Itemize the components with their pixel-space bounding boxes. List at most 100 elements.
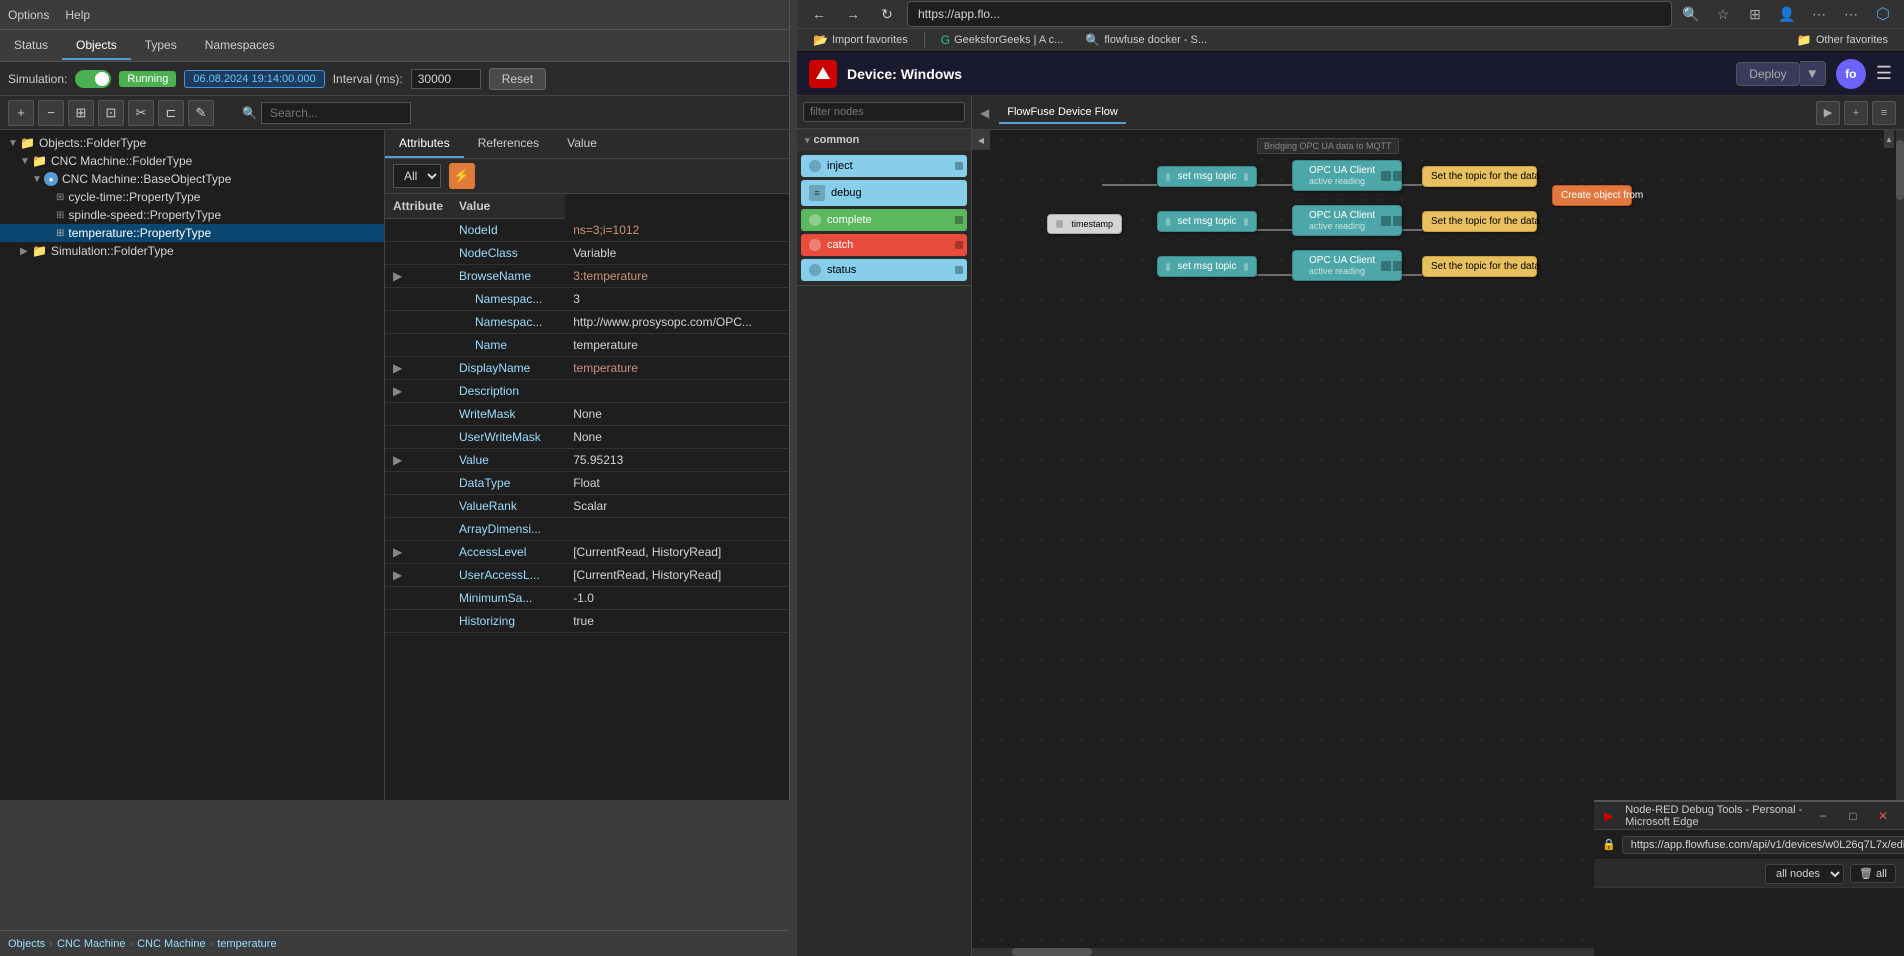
- debug-clear-button[interactable]: 🗑 all: [1850, 864, 1896, 883]
- browser-star-icon[interactable]: ☆: [1710, 1, 1736, 27]
- tree-arrow-n1[interactable]: ▼: [8, 138, 20, 149]
- row-expand-6[interactable]: ▶: [385, 357, 451, 380]
- flow-node-timestamp[interactable]: timestamp: [1047, 214, 1122, 234]
- debug-filter-nodes[interactable]: all nodes: [1765, 864, 1844, 884]
- tree-node-objects[interactable]: ▼ 📁 Objects::FolderType: [0, 134, 384, 152]
- tree-arrow-n7[interactable]: ▶: [20, 246, 32, 257]
- menu-help[interactable]: Help: [65, 8, 90, 22]
- palette-node-complete[interactable]: complete: [801, 209, 967, 231]
- complete-port-right: [955, 216, 963, 224]
- tab-status[interactable]: Status: [0, 32, 62, 60]
- refresh-button[interactable]: ↻: [873, 0, 901, 28]
- address-bar[interactable]: [907, 1, 1672, 27]
- flow-node-opcua2[interactable]: OPC UA Client active reading: [1292, 205, 1402, 236]
- row-expand-14[interactable]: ▶: [385, 541, 451, 564]
- tab-types[interactable]: Types: [131, 32, 191, 60]
- menu-options[interactable]: Options: [8, 8, 49, 22]
- canvas-action-more[interactable]: ≡: [1872, 101, 1896, 125]
- canvas-tab-flow[interactable]: FlowFuse Device Flow: [999, 102, 1126, 124]
- tree-node-simulation[interactable]: ▶ 📁 Simulation::FolderType: [0, 242, 384, 260]
- flow-node-opcua1[interactable]: OPC UA Client active reading: [1292, 160, 1402, 191]
- user-avatar[interactable]: fo: [1836, 59, 1866, 89]
- row-expand-0: [385, 219, 451, 242]
- flow-node-opcua3[interactable]: OPC UA Client active reading: [1292, 250, 1402, 281]
- debug-url[interactable]: https://app.flowfuse.com/api/v1/devices/…: [1622, 836, 1904, 854]
- palette-toggle-icon[interactable]: ◀: [980, 106, 989, 120]
- browser-favorites-icon[interactable]: ⋯: [1806, 1, 1832, 27]
- attr-name-14: AccessLevel: [451, 541, 565, 564]
- ff-menu-button[interactable]: ☰: [1876, 63, 1892, 84]
- toolbar-toggle[interactable]: ⊞: [68, 100, 94, 126]
- canvas-scroll-left[interactable]: ◀: [972, 130, 990, 150]
- flow-node-setmsgtopic1[interactable]: set msg topic: [1157, 166, 1257, 187]
- row-expand-7[interactable]: ▶: [385, 380, 451, 403]
- tree-node-spindlespeed[interactable]: ⊞ spindle-speed::PropertyType: [0, 206, 384, 224]
- browser-copilot-icon[interactable]: ⬡: [1870, 1, 1896, 27]
- row-expand-15[interactable]: ▶: [385, 564, 451, 587]
- breadcrumb-temperature[interactable]: temperature: [217, 938, 276, 950]
- canvas-action-1[interactable]: ▶: [1816, 101, 1840, 125]
- debug-minimize-button[interactable]: −: [1812, 805, 1834, 827]
- tab-objects[interactable]: Objects: [62, 32, 131, 60]
- browser-more-icon[interactable]: ⋯: [1838, 1, 1864, 27]
- toolbar-select[interactable]: ⊡: [98, 100, 124, 126]
- status-port-left: [809, 264, 821, 276]
- toolbar-cut[interactable]: ✂: [128, 100, 154, 126]
- bookmark-flowfuse[interactable]: 🔍 flowfuse docker - S...: [1077, 31, 1215, 49]
- attr-tab-value[interactable]: Value: [553, 130, 611, 158]
- deploy-dropdown[interactable]: ▼: [1800, 61, 1826, 86]
- tree-arrow-n2[interactable]: ▼: [20, 156, 32, 167]
- bookmark-import[interactable]: 📂 Import favorites: [805, 31, 916, 49]
- tab-namespaces[interactable]: Namespaces: [191, 32, 289, 60]
- attr-tab-references[interactable]: References: [464, 130, 553, 158]
- debug-restore-button[interactable]: □: [1842, 805, 1864, 827]
- flow-node-setmsgtopic3[interactable]: set msg topic: [1157, 256, 1257, 277]
- forward-button[interactable]: →: [839, 0, 867, 28]
- toolbar-copy[interactable]: ⊏: [158, 100, 184, 126]
- flow-node-setmsgtopic2[interactable]: set msg topic: [1157, 211, 1257, 232]
- hscroll-thumb[interactable]: [1012, 948, 1092, 956]
- tree-node-cncmachine-base[interactable]: ▼ ● CNC Machine::BaseObjectType: [0, 170, 384, 188]
- deploy-button[interactable]: Deploy: [1736, 62, 1799, 86]
- filter-select[interactable]: All: [393, 164, 441, 188]
- toolbar-edit[interactable]: ✎: [188, 100, 214, 126]
- bookmark-geeksforgeeks[interactable]: G GeeksforGeeks | A c...: [933, 31, 1072, 49]
- toolbar-add[interactable]: +: [8, 100, 34, 126]
- browser-extensions-icon[interactable]: ⊞: [1742, 1, 1768, 27]
- flow-node-createobject[interactable]: Create object from: [1552, 185, 1632, 206]
- interval-input[interactable]: [411, 69, 481, 89]
- palette-node-catch[interactable]: catch: [801, 234, 967, 256]
- debug-close-button[interactable]: ✕: [1872, 805, 1894, 827]
- breadcrumb-objects[interactable]: Objects: [8, 938, 45, 950]
- tree-panel[interactable]: ▼ 📁 Objects::FolderType ▼ 📁 CNC Machine:…: [0, 130, 385, 800]
- simulation-toggle[interactable]: [75, 70, 111, 88]
- palette-filter-input[interactable]: [803, 102, 965, 122]
- tree-arrow-n3[interactable]: ▼: [32, 174, 44, 185]
- attr-tab-attributes[interactable]: Attributes: [385, 130, 464, 158]
- back-button[interactable]: ←: [805, 0, 833, 28]
- search-input[interactable]: [261, 102, 411, 124]
- reset-button[interactable]: Reset: [489, 68, 546, 90]
- breadcrumb-cncmachine2[interactable]: CNC Machine: [137, 938, 205, 950]
- browser-profile-icon[interactable]: 👤: [1774, 1, 1800, 27]
- canvas-action-add[interactable]: +: [1844, 101, 1868, 125]
- filter-icon-button[interactable]: ⚡: [449, 163, 475, 189]
- tree-node-temperature[interactable]: ⊞ temperature::PropertyType: [0, 224, 384, 242]
- row-expand-10[interactable]: ▶: [385, 449, 451, 472]
- palette-node-inject[interactable]: inject: [801, 155, 967, 177]
- palette-node-debug[interactable]: ≡ debug: [801, 180, 967, 206]
- vscroll-thumb[interactable]: [1896, 140, 1904, 200]
- flow-node-settopic2[interactable]: Set the topic for the data: [1422, 211, 1537, 232]
- palette-section-header[interactable]: ▾ common: [797, 129, 971, 151]
- browser-search-icon[interactable]: 🔍: [1678, 1, 1704, 27]
- bookmark-other-favorites[interactable]: 📁 Other favorites: [1789, 31, 1896, 49]
- canvas-scroll-up[interactable]: ▲: [1884, 130, 1894, 148]
- palette-node-status[interactable]: status: [801, 259, 967, 281]
- tree-node-cncmachine-folder[interactable]: ▼ 📁 CNC Machine::FolderType: [0, 152, 384, 170]
- row-expand-2[interactable]: ▶: [385, 265, 451, 288]
- flow-node-settopic1[interactable]: Set the topic for the data: [1422, 166, 1537, 187]
- flow-node-settopic3[interactable]: Set the topic for the data: [1422, 256, 1537, 277]
- tree-node-cycletime[interactable]: ⊞ cycle-time::PropertyType: [0, 188, 384, 206]
- toolbar-remove[interactable]: −: [38, 100, 64, 126]
- breadcrumb-cncmachine1[interactable]: CNC Machine: [57, 938, 125, 950]
